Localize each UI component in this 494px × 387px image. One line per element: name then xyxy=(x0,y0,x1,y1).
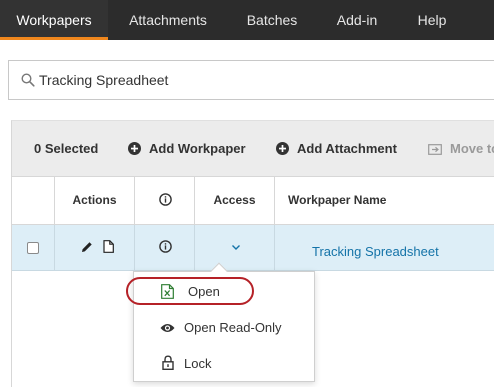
selected-count: 0 Selected xyxy=(34,141,99,156)
eye-icon xyxy=(160,324,175,332)
row-select-cell xyxy=(12,225,55,270)
search-icon xyxy=(21,73,35,87)
tab-add-in[interactable]: Add-in xyxy=(322,0,392,40)
search-box xyxy=(8,60,494,100)
document-icon[interactable] xyxy=(103,240,114,253)
open-highlight-annotation xyxy=(126,277,254,305)
table-row[interactable]: Tracking Spreadsheet xyxy=(12,225,494,271)
move-to-label: Move to xyxy=(450,141,494,156)
move-to-button[interactable]: Move to xyxy=(428,121,494,177)
plus-circle-icon xyxy=(128,142,141,156)
search-input[interactable] xyxy=(39,69,479,91)
header-select-column xyxy=(12,177,55,224)
tab-help[interactable]: Help xyxy=(404,0,460,40)
row-info-cell xyxy=(135,225,195,270)
top-nav-bar: Workpapers Attachments Batches Add-in He… xyxy=(0,0,494,40)
header-access[interactable]: Access xyxy=(195,177,275,224)
info-icon[interactable] xyxy=(159,240,172,253)
row-access-cell xyxy=(195,225,275,270)
row-actions-cell xyxy=(55,225,135,270)
add-attachment-label: Add Attachment xyxy=(297,141,397,156)
lock-icon xyxy=(162,355,174,370)
header-info[interactable] xyxy=(135,177,195,224)
chevron-down-icon[interactable] xyxy=(231,244,241,251)
row-checkbox[interactable] xyxy=(27,242,39,254)
table-header: Actions Access Workpaper Name xyxy=(12,177,494,225)
add-attachment-button[interactable]: Add Attachment xyxy=(276,121,397,177)
menu-item-lock-label: Lock xyxy=(184,356,212,371)
tab-batches[interactable]: Batches xyxy=(233,0,311,40)
add-workpaper-label: Add Workpaper xyxy=(149,141,246,156)
header-workpaper-name[interactable]: Workpaper Name xyxy=(275,177,494,224)
workpaper-name-link[interactable]: Tracking Spreadsheet xyxy=(312,225,439,279)
tab-workpapers[interactable]: Workpapers xyxy=(0,0,108,40)
plus-circle-icon xyxy=(276,142,289,156)
menu-item-open-read-only-label: Open Read-Only xyxy=(184,320,282,335)
move-folder-icon xyxy=(428,143,442,155)
header-actions[interactable]: Actions xyxy=(55,177,135,224)
menu-item-lock[interactable]: Lock xyxy=(134,346,314,382)
pencil-icon[interactable] xyxy=(81,241,93,253)
info-icon xyxy=(159,193,172,206)
toolbar: 0 Selected Add Workpaper Add Attachment … xyxy=(12,121,494,177)
menu-item-open-read-only[interactable]: Open Read-Only xyxy=(134,310,314,346)
add-workpaper-button[interactable]: Add Workpaper xyxy=(128,121,246,177)
tab-attachments[interactable]: Attachments xyxy=(113,0,223,40)
